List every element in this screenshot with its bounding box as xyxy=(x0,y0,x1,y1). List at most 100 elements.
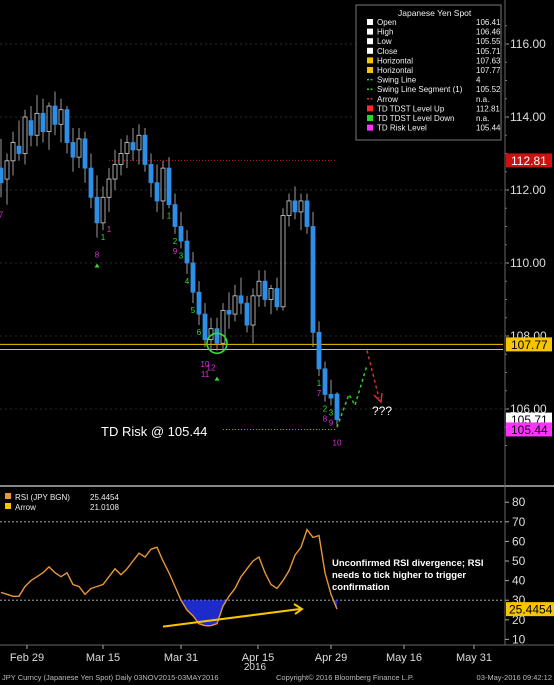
td-count-green: 1 xyxy=(167,211,172,220)
legend-row-value: 4 xyxy=(476,76,481,85)
rsi-tag-label: 25.4454 xyxy=(509,603,553,617)
candle-body xyxy=(154,182,160,202)
rsi-note-line: confirmation xyxy=(332,582,390,593)
candle-body xyxy=(310,226,316,333)
legend-row-value: 107.63 xyxy=(476,56,501,65)
candle-body xyxy=(304,200,310,227)
candle-body xyxy=(226,310,232,315)
rsi-tick-label: 50 xyxy=(512,554,526,568)
candle xyxy=(280,208,286,311)
candle-body xyxy=(46,105,52,133)
candle-body xyxy=(190,262,196,293)
legend-row-value: 106.41 xyxy=(476,18,501,27)
legend-swatch xyxy=(367,115,373,121)
candle-body xyxy=(268,288,274,300)
legend-swatch xyxy=(367,28,373,35)
legend-swatch xyxy=(367,67,373,73)
rsi-tick-label: 10 xyxy=(512,632,526,646)
candle-body xyxy=(262,280,268,300)
price-tick-label: 116.00 xyxy=(510,37,546,51)
candle-body xyxy=(196,291,202,315)
candle-body xyxy=(112,164,118,180)
candle-body xyxy=(10,142,16,162)
candle-body xyxy=(256,280,262,297)
candle-body xyxy=(328,393,334,399)
candle xyxy=(310,211,316,347)
rsi-legend-swatch xyxy=(5,493,11,499)
legend-swatch xyxy=(367,19,373,25)
candle-body xyxy=(184,240,190,264)
td-count-magenta: 7 xyxy=(0,210,4,219)
candle-body xyxy=(142,134,148,165)
candle-body xyxy=(172,204,178,227)
candle-body xyxy=(130,142,136,151)
td-count-green: 2 xyxy=(323,405,328,414)
candle-body xyxy=(280,215,286,308)
td-count-green: 3 xyxy=(179,251,184,260)
rsi-tick-label: 70 xyxy=(512,515,526,529)
legend-row-value: 112.81 xyxy=(476,104,500,113)
bloomberg-chart: 106.00 108.00 110.00 112.00 114.00 116.00 1 1 2 3… xyxy=(0,0,554,685)
rsi-tick-label: 60 xyxy=(512,534,526,548)
candle-body xyxy=(0,167,4,184)
question-annotation: ??? xyxy=(372,404,392,418)
legend-row-name: Horizontal xyxy=(377,66,413,75)
price-tick-label: 114.00 xyxy=(510,110,546,124)
td-count-green: 4 xyxy=(185,277,190,286)
td-count-green: 2 xyxy=(173,237,178,246)
td-count-green: 1 xyxy=(101,233,106,242)
candle-body xyxy=(118,153,124,165)
candle-body xyxy=(124,142,130,154)
candle-body xyxy=(58,109,64,125)
x-tick-label: May 16 xyxy=(386,652,422,664)
legend-swatch xyxy=(367,124,373,131)
footer-center: Copyright© 2016 Bloomberg Finance L.P. xyxy=(276,673,414,682)
candle-body xyxy=(88,167,94,198)
rsi-legend-value: 25.4454 xyxy=(90,493,119,502)
legend-row-value: 106.46 xyxy=(476,28,501,37)
legend-top-title: Japanese Yen Spot xyxy=(398,8,472,18)
td-count-magenta: 8 xyxy=(323,415,328,424)
legend-row-name: Low xyxy=(377,37,392,46)
legend-row-value: 107.77 xyxy=(476,66,501,75)
td-count-magenta: 9 xyxy=(329,418,334,427)
td-count-green: 6 xyxy=(197,328,202,337)
legend-row-name: Arrow xyxy=(377,95,398,104)
candle-body xyxy=(232,295,238,315)
td-count-green: 3 xyxy=(329,408,334,417)
price-tick-label: 110.00 xyxy=(510,256,546,270)
x-tick-label: Mar 31 xyxy=(164,652,198,664)
candle-body xyxy=(214,328,220,344)
footer-left: JPY Curncy (Japanese Yen Spot) Daily 03N… xyxy=(2,673,219,682)
candle-body xyxy=(100,196,106,224)
candle-body xyxy=(76,138,82,158)
price-tag-label: 105.44 xyxy=(511,423,548,437)
rsi-tick-label: 40 xyxy=(512,574,526,588)
candle-body xyxy=(220,310,226,344)
legend-row: TD TDST Level Up 112.81 xyxy=(367,104,500,113)
td-count-magenta: 1 xyxy=(107,225,112,234)
candle-body xyxy=(274,288,280,308)
legend-row-value: n.a. xyxy=(476,114,489,123)
candle-body xyxy=(106,178,112,198)
candle-body xyxy=(136,134,142,151)
candle-body xyxy=(316,331,322,370)
legend-swatch xyxy=(367,47,373,54)
legend-row-name: Swing Line xyxy=(377,76,417,85)
candle-body xyxy=(334,393,340,420)
td-count-magenta: 9 xyxy=(173,247,178,256)
rsi-tick-label: 80 xyxy=(512,495,526,509)
candle-body xyxy=(22,116,28,154)
rsi-legend-name: Arrow xyxy=(15,503,36,512)
td-count-magenta: 8 xyxy=(95,250,100,259)
legend-row-value: 105.55 xyxy=(476,37,501,46)
candle-body xyxy=(34,112,40,136)
candle-body xyxy=(70,142,76,158)
legend-row-value: 105.52 xyxy=(476,85,501,94)
candle-body xyxy=(244,302,250,326)
legend-row-name: TD Risk Level xyxy=(377,124,427,133)
candle-body xyxy=(322,368,328,395)
candle-body xyxy=(298,200,304,213)
x-year-label: 2016 xyxy=(244,662,267,672)
legend-swatch xyxy=(367,105,373,112)
